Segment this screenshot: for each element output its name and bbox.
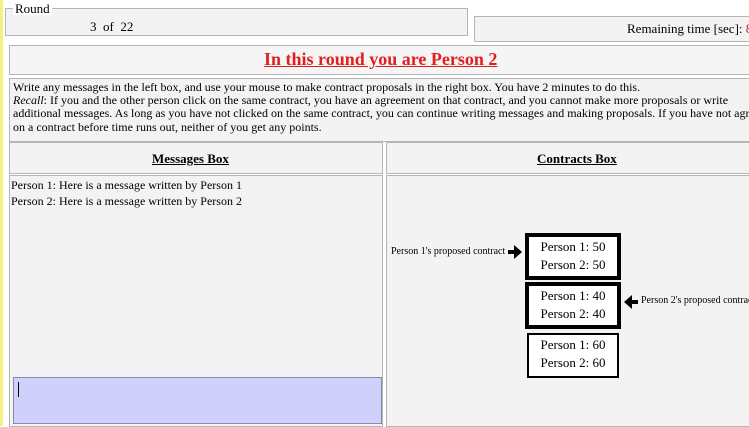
- contract-line: Person 2: 40: [540, 306, 606, 321]
- contract-option-50[interactable]: Person 1: 50 Person 2: 50: [525, 233, 621, 280]
- messages-box-title: Messages Box: [152, 151, 229, 166]
- round-total: 22: [120, 19, 134, 34]
- message-item: Person 1: Here is a message written by P…: [11, 178, 242, 192]
- round-panel: [5, 8, 468, 36]
- contract-line: Person 1: 50: [540, 239, 606, 254]
- person2-proposal-label: Person 2's proposed contract: [641, 295, 749, 306]
- timer-label: Remaining time [sec]:: [627, 21, 743, 36]
- round-current: 3: [90, 19, 97, 34]
- message-input[interactable]: [13, 377, 382, 424]
- round-counter: 3 of 22: [90, 19, 133, 35]
- instructions-line1: Write any messages in the left box, and …: [13, 80, 641, 94]
- contracts-box-title: Contracts Box: [537, 151, 617, 166]
- messages-box-header: Messages Box: [9, 142, 383, 174]
- left-arrow-icon: [624, 295, 638, 309]
- round-legend: Round: [13, 1, 52, 16]
- contract-line: Person 1: 60: [540, 337, 606, 352]
- timer-display: Remaining time [sec]: 85: [627, 21, 749, 37]
- instructions-text: Write any messages in the left box, and …: [13, 80, 749, 134]
- contract-line: Person 2: 50: [540, 257, 606, 272]
- window-left-edge: [0, 0, 3, 426]
- recall-label: Recall: [13, 93, 44, 108]
- contract-option-40[interactable]: Person 1: 40 Person 2: 40: [525, 282, 621, 329]
- right-arrow-icon: [508, 245, 522, 259]
- contract-line: Person 2: 60: [540, 355, 606, 370]
- instructions-panel: Write any messages in the left box, and …: [9, 78, 749, 142]
- contract-line: Person 1: 40: [540, 288, 606, 303]
- message-item: Person 2: Here is a message written by P…: [11, 194, 242, 208]
- person1-proposal-label: Person 1's proposed contract: [391, 246, 506, 257]
- text-caret: [18, 382, 19, 397]
- page-title: In this round you are Person 2: [264, 49, 498, 69]
- contracts-area: Person 1's proposed contract Person 1: 5…: [386, 175, 749, 427]
- title-panel: In this round you are Person 2: [9, 45, 749, 75]
- timer-panel: Remaining time [sec]: 85: [474, 16, 749, 42]
- contracts-box-header: Contracts Box: [386, 142, 749, 174]
- contract-option-60[interactable]: Person 1: 60 Person 2: 60: [527, 333, 619, 378]
- round-of: of: [103, 19, 114, 34]
- recall-text: : If you and the other person click on t…: [13, 93, 749, 134]
